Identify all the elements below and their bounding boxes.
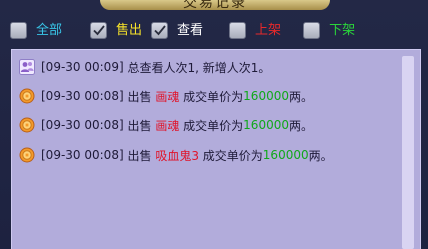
filter-sold-checkbox[interactable] (90, 21, 108, 39)
log-scrollbar[interactable] (402, 56, 414, 249)
coin-icon (19, 147, 35, 163)
entry-text: 总查看人次1, 新增人次1。 (127, 60, 271, 75)
entry-price: 160000 (243, 89, 289, 103)
entry-item-name: 画魂 (155, 89, 180, 104)
entry-time: [09-30 00:08] (41, 89, 124, 103)
filter-sold-label: 售出 (116, 22, 143, 38)
entry-action: 出售 (127, 148, 152, 163)
entry-price: 160000 (262, 148, 309, 162)
filter-listed-label: 上架 (255, 22, 282, 38)
coin-icon (19, 88, 35, 104)
entry-price-label: 成交单价为 (202, 148, 263, 163)
entry-action: 出售 (127, 89, 152, 104)
filter-listed-checkbox[interactable] (229, 21, 247, 39)
entry-price: 160000 (243, 118, 289, 132)
entry-unit: 两。 (288, 118, 313, 133)
entry-action: 出售 (127, 118, 152, 133)
filter-delisted[interactable]: 下架 (303, 21, 356, 39)
entry-time: [09-30 00:08] (41, 118, 124, 132)
entry-time: [09-30 00:09] (41, 60, 124, 74)
entry-unit: 两。 (288, 89, 313, 104)
checkmark-icon (92, 25, 105, 36)
users-icon (19, 59, 35, 75)
entry-item-name: 画魂 (155, 118, 180, 133)
filter-bar: 全部 售出 查看 上架 下架 (10, 20, 377, 40)
checkmark-icon (153, 25, 166, 36)
filter-listed[interactable]: 上架 (229, 21, 282, 39)
filter-view[interactable]: 查看 (151, 21, 204, 39)
list-item: [09-30 00:08] 出售 画魂 成交单价为 160000 两。 (19, 87, 313, 105)
filter-all[interactable]: 全部 (10, 21, 63, 39)
filter-delisted-label: 下架 (329, 22, 356, 38)
coin-icon (19, 117, 35, 133)
filter-delisted-checkbox[interactable] (303, 21, 321, 39)
entry-item-name: 吸血鬼3 (155, 148, 199, 163)
list-item: [09-30 00:08] 出售 吸血鬼3 成交单价为 160000 两。 (19, 146, 333, 164)
entry-price-label: 成交单价为 (183, 118, 244, 133)
trade-log-list: [09-30 00:09] 总查看人次1, 新增人次1。 [09-30 00:0… (11, 49, 421, 249)
window-title-bar: 交易记录 (100, 0, 330, 10)
entry-time: [09-30 00:08] (41, 148, 124, 162)
filter-view-checkbox[interactable] (151, 21, 169, 39)
list-item: [09-30 00:09] 总查看人次1, 新增人次1。 (19, 58, 270, 76)
filter-all-label: 全部 (36, 22, 63, 38)
entry-price-label: 成交单价为 (183, 89, 244, 104)
entry-unit: 两。 (308, 148, 333, 163)
filter-all-checkbox[interactable] (10, 21, 27, 39)
trade-log-window: 交易记录 全部 售出 查看 上架 下架 [09-30 00:09] 总查看人次1… (0, 0, 428, 249)
filter-view-label: 查看 (177, 22, 204, 38)
list-item: [09-30 00:08] 出售 画魂 成交单价为 160000 两。 (19, 116, 313, 134)
window-title: 交易记录 (183, 0, 247, 10)
filter-sold[interactable]: 售出 (90, 21, 143, 39)
